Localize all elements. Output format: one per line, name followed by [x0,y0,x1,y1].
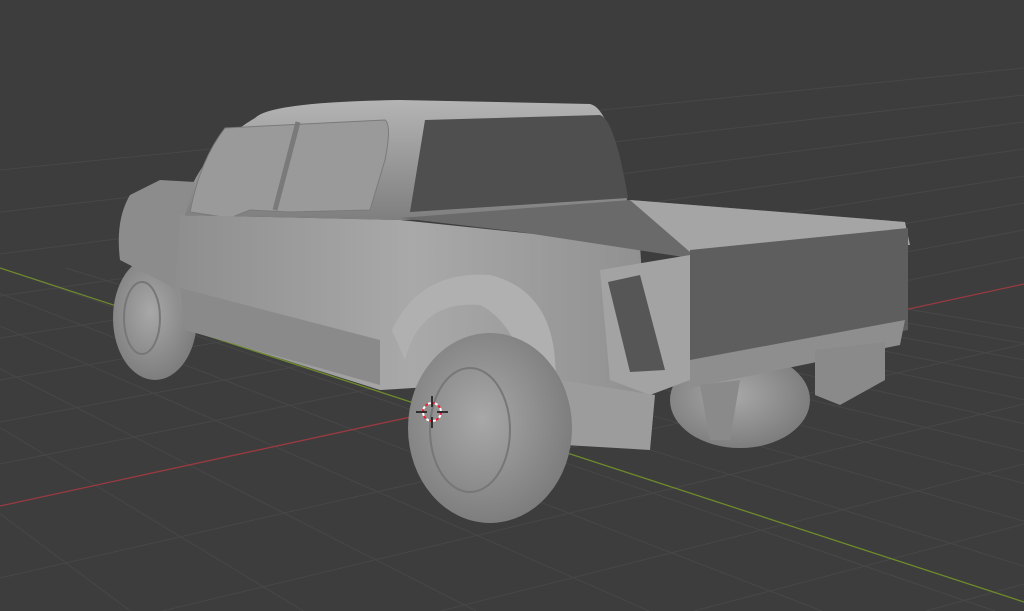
3d-viewport[interactable] [0,0,1024,611]
rear-window [410,115,628,212]
side-windows [189,119,389,219]
